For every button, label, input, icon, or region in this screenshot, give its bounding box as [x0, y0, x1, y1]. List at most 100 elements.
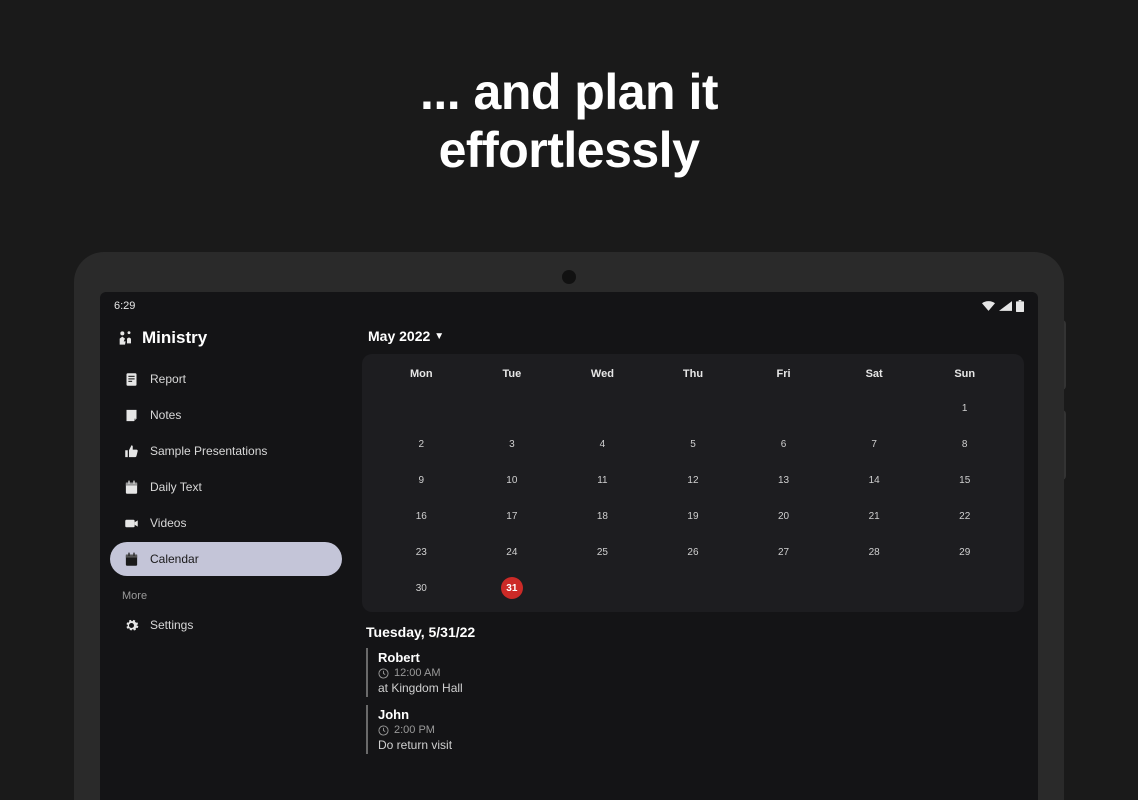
calendar-grid: MonTueWedThuFriSatSun 123456789101112131… — [362, 354, 1024, 612]
calendar-day-cell[interactable]: 31 — [467, 570, 558, 606]
calendar-day-cell[interactable]: 1 — [919, 390, 1010, 426]
calendar-day-cell[interactable]: 24 — [467, 534, 558, 570]
calendar-day-cell[interactable]: 15 — [919, 462, 1010, 498]
main-content: May 2022 ▼ MonTueWedThuFriSatSun 1234567… — [352, 320, 1038, 800]
calendar-day-cell — [829, 390, 920, 426]
selected-date-label: Tuesday, 5/31/22 — [366, 624, 1024, 640]
sidebar-item-label: Sample Presentations — [150, 444, 267, 458]
app-screen: 6:29 Ministry — [100, 292, 1038, 800]
app-title: Ministry — [142, 328, 207, 348]
calendar-day-cell[interactable]: 10 — [467, 462, 558, 498]
sidebar-item-notes[interactable]: Notes — [110, 398, 342, 432]
app-logo-icon — [116, 329, 134, 347]
status-bar: 6:29 — [100, 292, 1038, 320]
sidebar-item-label: Notes — [150, 408, 181, 422]
calendar-day-cell[interactable]: 22 — [919, 498, 1010, 534]
sidebar-item-sample-presentations[interactable]: Sample Presentations — [110, 434, 342, 468]
app-title-row: Ministry — [110, 328, 342, 348]
sidebar-item-report[interactable]: Report — [110, 362, 342, 396]
weekday-header-cell: Wed — [557, 364, 648, 390]
calendar-day-cell[interactable]: 13 — [738, 462, 829, 498]
event-card[interactable]: Robert 12:00 AM at Kingdom Hall — [366, 648, 1024, 697]
calendar-day-cell[interactable]: 30 — [376, 570, 467, 606]
event-time: 2:00 PM — [394, 724, 435, 736]
clock-icon — [378, 725, 389, 736]
chevron-down-icon: ▼ — [434, 331, 444, 342]
calendar-day-cell[interactable]: 12 — [648, 462, 739, 498]
sidebar-section-more: More — [122, 590, 342, 602]
event-list: Robert12:00 AMat Kingdom HallJohn2:00 PM… — [362, 648, 1024, 754]
sidebar-item-settings[interactable]: Settings — [110, 608, 342, 642]
calendar-day-cell[interactable]: 8 — [919, 426, 1010, 462]
weekday-header-cell: Mon — [376, 364, 467, 390]
sidebar-item-label: Daily Text — [150, 480, 202, 494]
sidebar-item-videos[interactable]: Videos — [110, 506, 342, 540]
calendar-day-cell — [376, 390, 467, 426]
calendar-day-cell[interactable]: 16 — [376, 498, 467, 534]
event-note: Do return visit — [378, 738, 1024, 752]
calendar-day-cell[interactable]: 5 — [648, 426, 739, 462]
battery-icon — [1016, 300, 1024, 312]
weekday-header-cell: Sun — [919, 364, 1010, 390]
calendar-day-cell[interactable]: 19 — [648, 498, 739, 534]
calendar-day-cell — [919, 570, 1010, 606]
note-icon — [122, 406, 140, 424]
sidebar-item-daily-text[interactable]: Daily Text — [110, 470, 342, 504]
sidebar: Ministry Report — [100, 320, 352, 800]
tablet-frame: 6:29 Ministry — [74, 252, 1064, 800]
event-name: Robert — [378, 650, 1024, 665]
wifi-icon — [982, 301, 995, 311]
calendar-day-cell[interactable]: 11 — [557, 462, 648, 498]
event-time: 12:00 AM — [394, 667, 440, 679]
calendar-day-cell[interactable]: 14 — [829, 462, 920, 498]
promo-headline: ... and plan it effortlessly — [0, 64, 1138, 179]
sidebar-item-calendar[interactable]: Calendar — [110, 542, 342, 576]
calendar-day-cell — [738, 570, 829, 606]
event-note: at Kingdom Hall — [378, 681, 1024, 695]
sidebar-item-label: Settings — [150, 618, 193, 632]
status-icons — [982, 300, 1024, 312]
calendar-day-cell[interactable]: 20 — [738, 498, 829, 534]
calendar-day-cell[interactable]: 26 — [648, 534, 739, 570]
calendar-day-cell[interactable]: 17 — [467, 498, 558, 534]
calendar-day-cell[interactable]: 29 — [919, 534, 1010, 570]
sidebar-item-label: Calendar — [150, 552, 199, 566]
weekday-header-cell: Tue — [467, 364, 558, 390]
weekday-header-cell: Sat — [829, 364, 920, 390]
month-switcher[interactable]: May 2022 ▼ — [368, 328, 1024, 344]
clock-icon — [378, 668, 389, 679]
document-icon — [122, 370, 140, 388]
event-time-row: 12:00 AM — [378, 667, 1024, 679]
calendar-day-cell[interactable]: 23 — [376, 534, 467, 570]
calendar-day-cell[interactable]: 3 — [467, 426, 558, 462]
sidebar-item-label: Videos — [150, 516, 186, 530]
sidebar-item-label: Report — [150, 372, 186, 386]
calendar-day-cell[interactable]: 4 — [557, 426, 648, 462]
weekday-header-cell: Fri — [738, 364, 829, 390]
calendar-day-cell — [648, 570, 739, 606]
calendar-weekday-header: MonTueWedThuFriSatSun — [376, 364, 1010, 390]
calendar-day-cell[interactable]: 6 — [738, 426, 829, 462]
calendar-day-cell — [648, 390, 739, 426]
calendar-day-cell[interactable]: 7 — [829, 426, 920, 462]
month-label: May 2022 — [368, 328, 430, 344]
calendar-day-cell — [467, 390, 558, 426]
calendar-day-cell — [829, 570, 920, 606]
calendar-day-cell[interactable]: 27 — [738, 534, 829, 570]
calendar-day-cell — [557, 390, 648, 426]
promo-line-2: effortlessly — [0, 122, 1138, 180]
event-card[interactable]: John2:00 PMDo return visit — [366, 705, 1024, 754]
calendar-day-cell — [738, 390, 829, 426]
event-time-row: 2:00 PM — [378, 724, 1024, 736]
calendar-day-cell[interactable]: 21 — [829, 498, 920, 534]
weekday-header-cell: Thu — [648, 364, 739, 390]
calendar-day-cell[interactable]: 9 — [376, 462, 467, 498]
calendar-day-cell[interactable]: 18 — [557, 498, 648, 534]
calendar-text-icon — [122, 478, 140, 496]
calendar-day-cell[interactable]: 2 — [376, 426, 467, 462]
calendar-day-cell[interactable]: 25 — [557, 534, 648, 570]
signal-icon — [999, 301, 1012, 311]
calendar-day-cell[interactable]: 28 — [829, 534, 920, 570]
nav-list: Report Notes Sample Presenta — [110, 362, 342, 576]
video-icon — [122, 514, 140, 532]
